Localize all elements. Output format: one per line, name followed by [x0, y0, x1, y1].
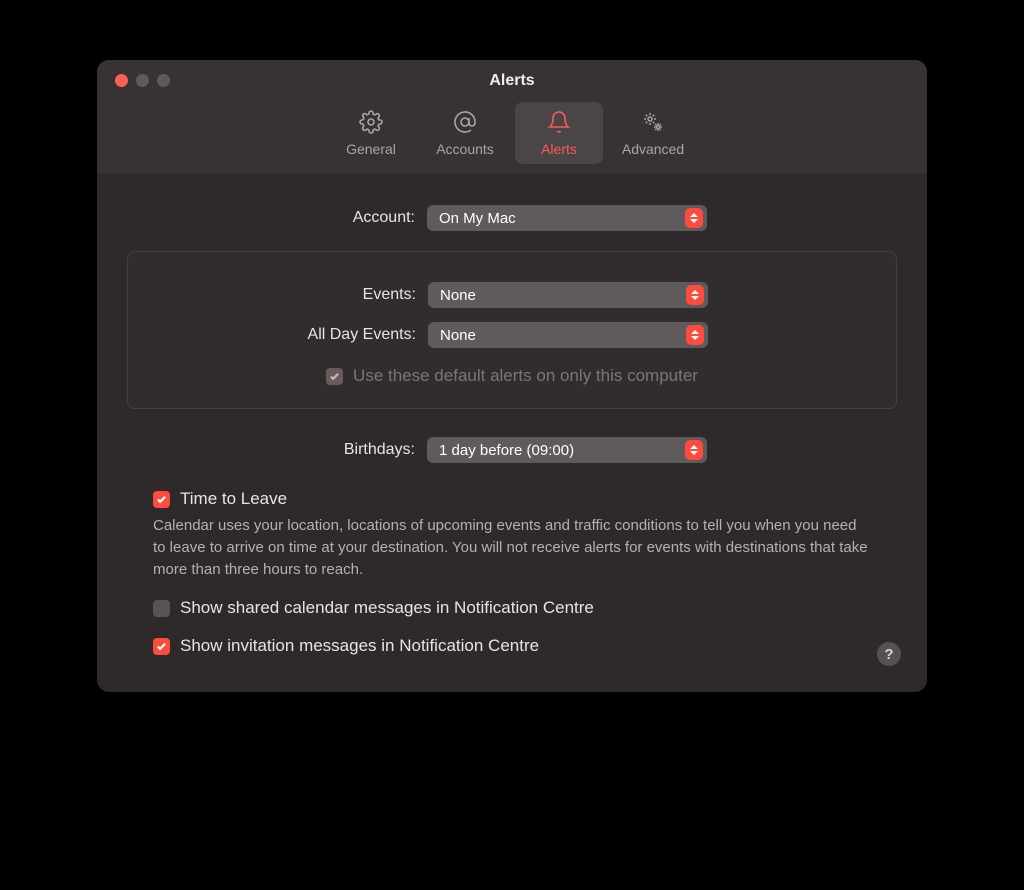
allday-row: All Day Events: None — [148, 322, 876, 348]
close-window-button[interactable] — [115, 74, 128, 87]
show-shared-checkbox[interactable] — [153, 600, 170, 617]
window-title: Alerts — [97, 72, 927, 90]
account-value: On My Mac — [439, 210, 516, 227]
allday-select[interactable]: None — [428, 322, 708, 348]
preferences-window: Alerts General Accounts — [97, 60, 927, 692]
chevron-up-down-icon — [686, 285, 704, 305]
gears-icon — [641, 110, 665, 137]
time-to-leave-description: Calendar uses your location, locations o… — [153, 515, 871, 580]
titlebar: Alerts General Accounts — [97, 60, 927, 175]
events-select[interactable]: None — [428, 282, 708, 308]
show-invitation-checkbox[interactable] — [153, 638, 170, 655]
default-alerts-group: Events: None All Day Events: None Use th… — [127, 251, 897, 409]
time-to-leave-row: Time to Leave — [153, 489, 871, 509]
tab-accounts[interactable]: Accounts — [421, 102, 509, 164]
zoom-window-button[interactable] — [157, 74, 170, 87]
account-select[interactable]: On My Mac — [427, 205, 707, 231]
account-label: Account: — [127, 209, 427, 227]
gear-icon — [359, 110, 383, 137]
tab-advanced[interactable]: Advanced — [609, 102, 697, 164]
time-to-leave-label: Time to Leave — [180, 489, 287, 509]
only-this-computer-row: Use these default alerts on only this co… — [148, 366, 876, 386]
help-label: ? — [884, 646, 893, 663]
events-row: Events: None — [148, 282, 876, 308]
show-shared-row: Show shared calendar messages in Notific… — [153, 598, 871, 618]
events-value: None — [440, 287, 476, 304]
birthdays-value: 1 day before (09:00) — [439, 442, 574, 459]
show-shared-block: Show shared calendar messages in Notific… — [153, 598, 871, 618]
tab-general[interactable]: General — [327, 102, 415, 164]
traffic-lights — [97, 74, 170, 87]
time-to-leave-checkbox[interactable] — [153, 491, 170, 508]
minimize-window-button[interactable] — [136, 74, 149, 87]
show-invitation-block: Show invitation messages in Notification… — [153, 636, 871, 656]
toolbar: General Accounts Alerts — [97, 90, 927, 175]
chevron-up-down-icon — [686, 325, 704, 345]
only-this-computer-label: Use these default alerts on only this co… — [353, 366, 698, 386]
content-area: Account: On My Mac Events: None All Day … — [97, 175, 927, 692]
at-sign-icon — [453, 110, 477, 137]
show-invitation-row: Show invitation messages in Notification… — [153, 636, 871, 656]
account-row: Account: On My Mac — [127, 205, 897, 231]
allday-label: All Day Events: — [148, 326, 428, 344]
tab-label: Alerts — [541, 141, 577, 157]
chevron-up-down-icon — [685, 440, 703, 460]
chevron-up-down-icon — [685, 208, 703, 228]
show-shared-label: Show shared calendar messages in Notific… — [180, 598, 594, 618]
events-label: Events: — [148, 286, 428, 304]
help-button[interactable]: ? — [877, 642, 901, 666]
show-invitation-label: Show invitation messages in Notification… — [180, 636, 539, 656]
only-this-computer-checkbox — [326, 368, 343, 385]
allday-value: None — [440, 327, 476, 344]
birthdays-select[interactable]: 1 day before (09:00) — [427, 437, 707, 463]
time-to-leave-block: Time to Leave Calendar uses your locatio… — [153, 489, 871, 580]
tab-alerts[interactable]: Alerts — [515, 102, 603, 164]
birthdays-label: Birthdays: — [127, 441, 427, 459]
birthdays-row: Birthdays: 1 day before (09:00) — [127, 437, 897, 463]
tab-label: Advanced — [622, 141, 684, 157]
tab-label: General — [346, 141, 396, 157]
bell-icon — [547, 110, 571, 137]
tab-label: Accounts — [436, 141, 494, 157]
